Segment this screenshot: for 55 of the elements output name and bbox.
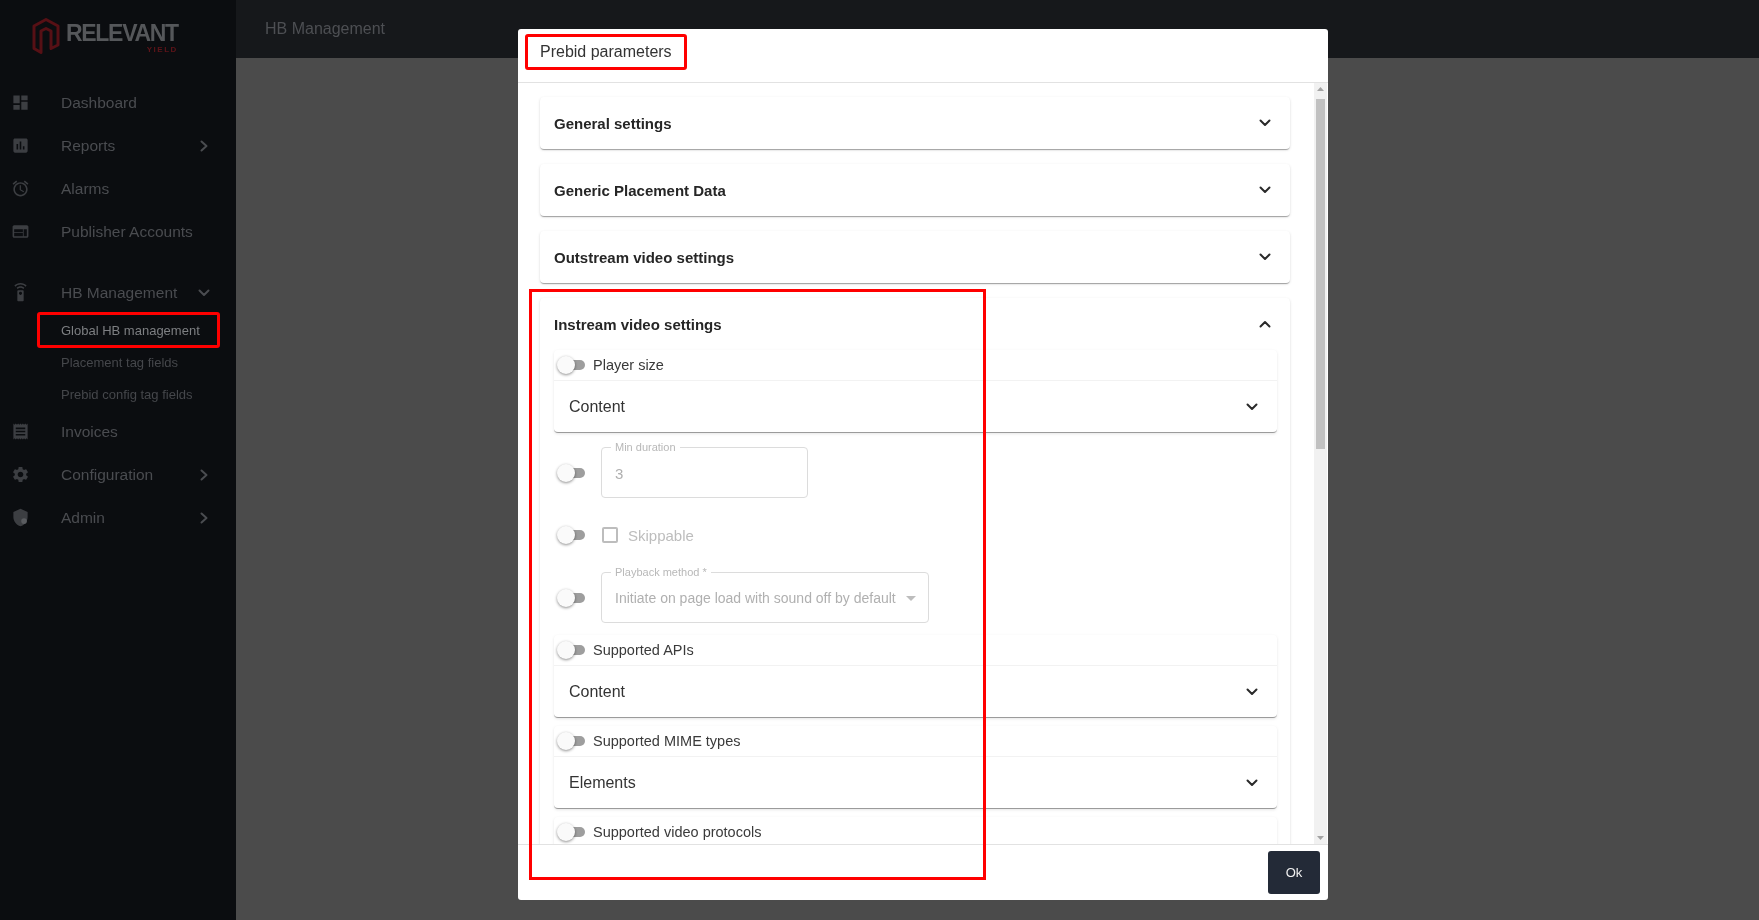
sidebar-item[interactable]: Reports — [0, 124, 236, 167]
toggle-label: Player size — [593, 357, 664, 373]
scroll-down-arrow-icon — [1317, 836, 1324, 840]
settings-icon — [11, 465, 30, 484]
dialog-button[interactable]: Ok — [1268, 851, 1320, 894]
chevron-down-icon — [1246, 778, 1258, 787]
toggle-label: Supported video protocols — [593, 824, 762, 840]
sidebar-item[interactable]: Alarms — [0, 167, 236, 210]
toggle-switch[interactable] — [557, 355, 585, 375]
dropdown-select[interactable]: Content — [554, 666, 1277, 718]
sidebar-item[interactable]: Dashboard — [0, 81, 236, 124]
logo-mark-icon — [31, 17, 61, 55]
chevron-down-icon — [1246, 402, 1258, 411]
shield-icon — [11, 508, 30, 527]
toggle-switch[interactable] — [557, 640, 585, 660]
dropdown-select[interactable]: Elements — [554, 757, 1277, 809]
remote-signal-icon — [11, 283, 30, 302]
dialog-title: Prebid parameters — [540, 43, 672, 61]
scrollbar-thumb[interactable] — [1316, 99, 1325, 449]
sidebar-subitem[interactable]: Global HB management — [0, 314, 236, 346]
accordion-header[interactable]: Outstream video settings — [540, 231, 1290, 283]
toggle-label: Supported MIME types — [593, 733, 741, 749]
sidebar-item[interactable]: Invoices — [0, 410, 236, 453]
toggle-switch[interactable] — [557, 731, 585, 751]
receipt-icon — [11, 422, 30, 441]
bar-chart-icon — [11, 136, 30, 155]
sidebar-subitem[interactable]: Placement tag fields — [0, 346, 236, 378]
sidebar-subitem[interactable]: Prebid config tag fields — [0, 378, 236, 410]
chevron-up-icon — [1259, 320, 1271, 328]
chevron-down-icon — [1259, 253, 1271, 261]
table-icon — [11, 222, 30, 241]
logo-tagline: YIELD — [146, 45, 178, 54]
sidebar-item[interactable]: Publisher Accounts — [0, 210, 236, 253]
field-label: Playback method * — [614, 566, 708, 578]
chevron-down-icon — [1246, 687, 1258, 696]
scroll-up-arrow-icon — [1317, 87, 1324, 91]
toggle-switch[interactable] — [557, 822, 585, 842]
field-label: Min duration — [614, 441, 677, 453]
accordion-header[interactable]: Generic Placement Data — [540, 164, 1290, 216]
page-title: HB Management — [265, 20, 386, 38]
logo-wordmark: RELEVANT — [66, 22, 178, 44]
sidebar-item[interactable]: HB Management — [0, 271, 236, 314]
toggle-label: Supported APIs — [593, 642, 694, 658]
scrollbar[interactable] — [1314, 83, 1327, 844]
chevron-down-icon — [1259, 119, 1271, 127]
checkbox-label: Skippable — [628, 526, 694, 544]
dashboard-grid-icon — [11, 93, 30, 112]
sidebar-item[interactable]: Admin — [0, 496, 236, 539]
accordion-header[interactable]: General settings — [540, 97, 1290, 149]
accordion-header[interactable]: Instream video settings — [540, 298, 1290, 350]
dropdown-caret-icon — [905, 595, 916, 601]
dropdown-select[interactable]: Content — [554, 381, 1277, 433]
alarm-clock-icon — [11, 179, 30, 198]
chevron-down-icon — [1259, 186, 1271, 194]
sidebar-item[interactable]: Configuration — [0, 453, 236, 496]
